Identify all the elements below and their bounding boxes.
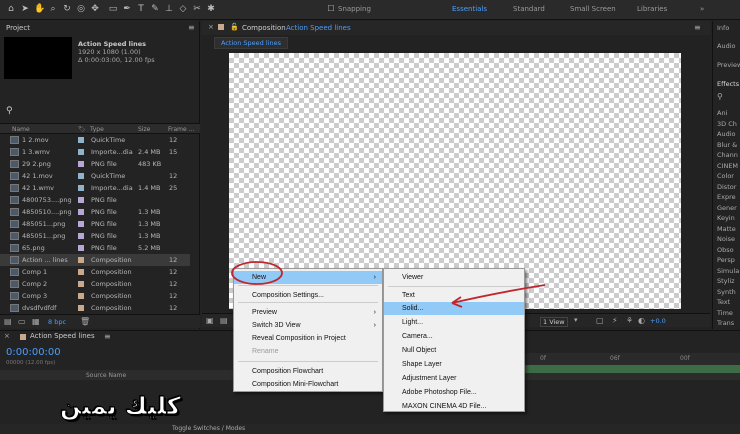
annotation-circle bbox=[231, 261, 283, 285]
overlay-caption: كليك يمين bbox=[60, 392, 182, 421]
annotation-arrow bbox=[451, 284, 546, 304]
annotation-overlay bbox=[231, 261, 546, 308]
